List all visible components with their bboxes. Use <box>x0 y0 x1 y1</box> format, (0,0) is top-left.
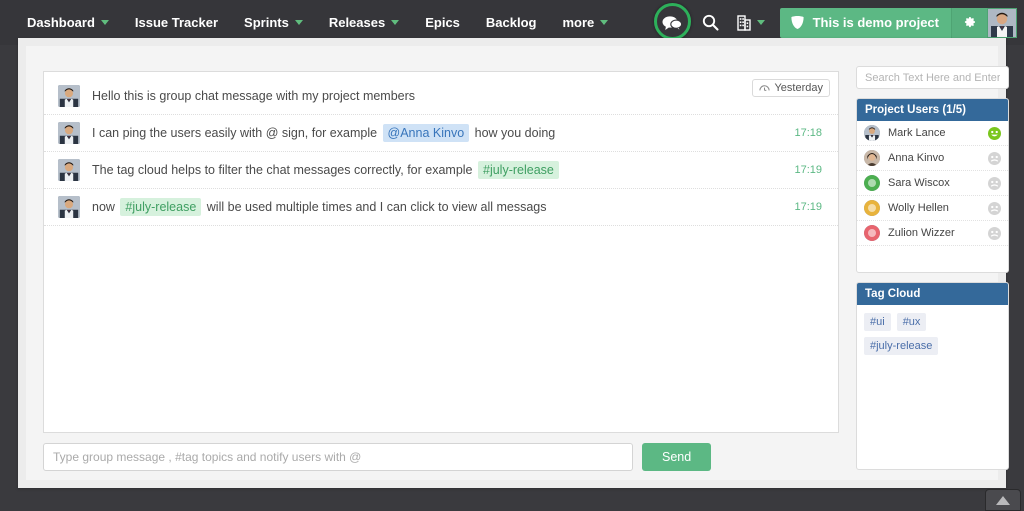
user-name-label: Sara Wiscox <box>888 177 950 189</box>
message-text: Hello this is group chat message with my… <box>92 87 822 105</box>
message-timestamp: 17:18 <box>794 127 822 139</box>
user-avatar <box>988 8 1016 37</box>
chevron-down-icon <box>294 20 303 25</box>
message-timestamp: 17:19 <box>794 201 822 213</box>
user-name-label: Anna Kinvo <box>888 152 945 164</box>
chevron-down-icon <box>100 20 109 25</box>
chevron-down-icon <box>756 20 765 25</box>
status-online-icon <box>988 126 1001 140</box>
tag-cloud-list: #ui #ux #july-release <box>857 305 1008 363</box>
user-avatar <box>864 150 880 166</box>
user-avatar <box>864 200 880 216</box>
project-user-row[interactable]: Anna Kinvo <box>857 146 1008 171</box>
message-text-segment: how you doing <box>474 126 556 140</box>
message-text-segment: will be used multiple times and I can cl… <box>206 200 547 214</box>
tag-cloud-chip[interactable]: #ux <box>896 313 927 331</box>
message-timestamp: 17:19 <box>794 164 822 176</box>
user-name-label: Wolly Hellen <box>888 202 949 214</box>
chevron-down-icon <box>391 20 400 25</box>
user-avatar-button[interactable] <box>987 7 1017 38</box>
chat-message-row: The tag cloud helps to filter the chat m… <box>44 152 838 189</box>
message-author-avatar <box>58 122 80 144</box>
chat-message-row: now #july-release will be used multiple … <box>44 189 838 226</box>
page-inner: Yesterday Hello this is group chat messa… <box>26 46 1009 480</box>
shield-icon <box>790 15 805 30</box>
building-icon <box>736 15 751 31</box>
message-text-segment: Hello this is group chat message with my… <box>92 89 416 103</box>
status-offline-icon <box>988 176 1001 190</box>
page-container: Yesterday Hello this is group chat messa… <box>18 38 1009 488</box>
chat-column: Yesterday Hello this is group chat messa… <box>43 71 839 471</box>
tag-chip-inline[interactable]: #july-release <box>478 161 559 179</box>
chat-message-row: Hello this is group chat message with my… <box>44 78 838 115</box>
message-compose-bar: Send <box>43 443 839 471</box>
gear-icon <box>964 17 975 28</box>
message-text-segment: I can ping the users easily with @ sign,… <box>92 126 378 140</box>
right-sidebar: Project Users (1/5) Mark Lance Anna Kinvo… <box>856 66 1018 470</box>
project-users-panel: Project Users (1/5) Mark Lance Anna Kinvo… <box>856 98 1009 273</box>
message-input[interactable] <box>43 443 633 471</box>
status-offline-icon <box>988 226 1001 240</box>
chat-messages-panel: Yesterday Hello this is group chat messa… <box>43 71 839 433</box>
message-author-avatar <box>58 85 80 107</box>
user-avatar <box>864 125 880 141</box>
message-text: now #july-release will be used multiple … <box>92 198 794 216</box>
message-text-segment: The tag cloud helps to filter the chat m… <box>92 163 473 177</box>
sidebar-search-input[interactable] <box>856 66 1009 89</box>
scroll-to-top-button[interactable] <box>985 489 1021 511</box>
mention-chip[interactable]: @Anna Kinvo <box>382 124 470 142</box>
message-text-segment: now <box>92 200 115 214</box>
chevron-up-icon <box>996 495 1010 505</box>
tag-cloud-chip[interactable]: #ui <box>864 313 891 331</box>
history-clock-icon <box>759 84 771 91</box>
message-author-avatar <box>58 159 80 181</box>
tag-cloud-chip[interactable]: #july-release <box>864 337 939 355</box>
message-author-avatar <box>58 196 80 218</box>
user-avatar <box>864 175 880 191</box>
project-name-label: This is demo project <box>812 15 939 30</box>
project-user-row[interactable]: Sara Wiscox <box>857 171 1008 196</box>
chat-highlight-ring <box>653 3 691 40</box>
send-button[interactable]: Send <box>642 443 712 471</box>
user-avatar <box>864 225 880 241</box>
user-name-label: Mark Lance <box>888 127 946 139</box>
chevron-down-icon <box>600 20 609 25</box>
project-user-row[interactable]: Mark Lance <box>857 121 1008 146</box>
chat-date-badge[interactable]: Yesterday <box>752 79 830 97</box>
tag-cloud-panel: Tag Cloud #ui #ux #july-release <box>856 282 1009 470</box>
project-user-row[interactable]: Wolly Hellen <box>857 196 1008 221</box>
status-offline-icon <box>988 151 1001 165</box>
app-root: Dashboard Issue Tracker Sprints Releases Epi… <box>0 0 1024 511</box>
message-text: I can ping the users easily with @ sign,… <box>92 124 794 142</box>
status-offline-icon <box>988 201 1001 215</box>
message-text: The tag cloud helps to filter the chat m… <box>92 161 794 179</box>
project-users-title: Project Users (1/5) <box>857 99 1008 121</box>
project-selector-button[interactable]: This is demo project <box>779 7 951 38</box>
project-settings-button[interactable] <box>951 7 987 38</box>
chat-message-row: I can ping the users easily with @ sign,… <box>44 115 838 152</box>
chat-date-label: Yesterday <box>774 82 823 94</box>
tag-cloud-title: Tag Cloud <box>857 283 1008 305</box>
project-users-list: Mark Lance Anna Kinvo Sara Wiscox Wolly Hel… <box>857 121 1008 246</box>
user-name-label: Zulion Wizzer <box>888 227 955 239</box>
tag-chip-inline[interactable]: #july-release <box>120 198 202 216</box>
search-icon <box>702 14 719 31</box>
chat-message-list: Hello this is group chat message with my… <box>44 72 838 226</box>
project-user-row[interactable]: Zulion Wizzer <box>857 221 1008 246</box>
